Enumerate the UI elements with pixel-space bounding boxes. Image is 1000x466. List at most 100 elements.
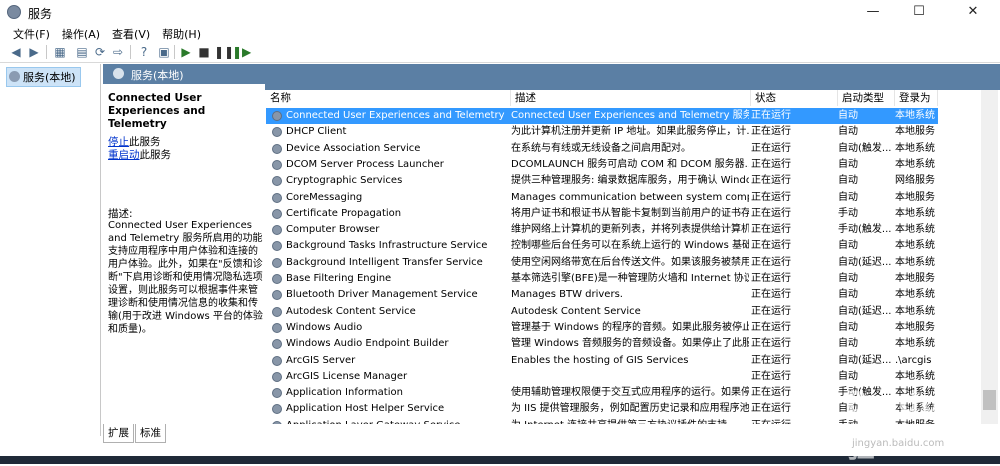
service-row[interactable]: Autodesk Content Service Autodesk Content… <box>266 304 938 320</box>
service-row[interactable]: CoreMessaging Manages communication betwe… <box>266 190 938 206</box>
back-icon[interactable]: ◀ <box>8 44 24 60</box>
service-logon-as: 本地系统 <box>895 224 935 236</box>
service-logon-as: 网络服务 <box>895 175 935 187</box>
service-description: 使用辅助管理权限便于交互式应用程序的运行。如果停... <box>511 387 749 399</box>
service-startup-type: 自动 <box>838 175 858 187</box>
export-icon[interactable]: ⇨ <box>110 44 126 60</box>
service-row[interactable]: ArcGIS Server Enables the hosting of GIS … <box>266 353 938 369</box>
service-row[interactable]: Windows Audio 管理基于 Windows 的程序的音频。如果此服务被停… <box>266 320 938 336</box>
service-row[interactable]: Certificate Propagation 将用户证书和根证书从智能卡复制到当… <box>266 206 938 222</box>
service-row[interactable]: Connected User Experiences and Telemetry… <box>266 108 938 124</box>
column-status[interactable]: 状态 <box>751 90 838 106</box>
service-row[interactable]: Windows Audio Endpoint Builder 管理 Windows… <box>266 336 938 352</box>
tab-standard[interactable]: 标准 <box>135 424 166 443</box>
restart-suffix: 此服务 <box>139 149 172 161</box>
service-description: 在系统与有线或无线设备之间启用配对。 <box>511 142 691 154</box>
stop-icon[interactable]: ■ <box>196 44 212 60</box>
service-startup-type: 自动(延迟... <box>838 305 892 317</box>
service-row[interactable]: Base Filtering Engine 基本筛选引擎(BFE)是一种管理防火墙… <box>266 271 938 287</box>
service-row[interactable]: Background Intelligent Transfer Service 使… <box>266 255 938 271</box>
refresh-icon[interactable]: ⟳ <box>92 44 108 60</box>
service-status: 正在运行 <box>751 273 791 284</box>
selected-service-name: Connected User Experiences and Telemetry <box>108 92 206 130</box>
service-name: ArcGIS Server <box>286 354 356 366</box>
gear-icon <box>272 241 282 252</box>
properties-icon[interactable]: ▤ <box>74 44 90 60</box>
service-logon-as: 本地服务 <box>895 191 935 203</box>
service-row[interactable]: Bluetooth Driver Management Service Manag… <box>266 287 938 303</box>
service-status: 正在运行 <box>751 240 791 252</box>
service-row[interactable]: Application Host Helper Service 为 IIS 提供管… <box>266 401 938 417</box>
service-startup-type: 自动 <box>838 126 858 138</box>
description-pane: Connected User Experiences and Telemetry… <box>103 84 265 424</box>
menu-view[interactable]: 查看(V) <box>106 24 156 42</box>
minimize-button[interactable]: — <box>850 0 896 24</box>
service-status: 正在运行 <box>751 191 791 203</box>
service-name: Connected User Experiences and Telemetry <box>286 110 505 121</box>
pane-header: 服务(本地) <box>103 64 1000 84</box>
service-status: 正在运行 <box>751 126 791 138</box>
gear-icon <box>272 306 282 317</box>
service-row[interactable]: Background Tasks Infrastructure Service 控… <box>266 238 938 254</box>
service-description: 维护网络上计算机的更新列表，并将列表提供给计算机... <box>511 224 749 236</box>
service-description: Enables the hosting of GIS Services <box>511 354 689 366</box>
vertical-scrollbar[interactable] <box>981 90 998 424</box>
service-description: 管理 Windows 音频服务的音频设备。如果停止了此服... <box>511 338 749 350</box>
restart-icon[interactable]: ❚▶ <box>232 44 251 60</box>
tree-item-label: 服务(本地) <box>23 71 76 84</box>
service-startup-type: 自动(延迟... <box>838 354 892 366</box>
console-icon[interactable]: ▣ <box>156 44 172 60</box>
service-name: ArcGIS License Manager <box>286 370 408 382</box>
maximize-button[interactable]: ☐ <box>896 0 942 24</box>
service-startup-type: 自动 <box>838 289 858 301</box>
service-row[interactable]: DHCP Client 为此计算机注册并更新 IP 地址。如果此服务停止，计...… <box>266 124 938 140</box>
service-status: 正在运行 <box>751 321 791 333</box>
service-logon-as: 本地系统 <box>895 338 935 350</box>
service-row[interactable]: ArcGIS License Manager 正在运行 自动 本地系统 <box>266 369 938 385</box>
gear-icon <box>272 225 282 236</box>
gear-icon <box>272 290 282 301</box>
gear-icon <box>272 355 282 366</box>
restart-service-link[interactable]: 重启动此服务 <box>108 147 171 162</box>
forward-icon[interactable]: ▶ <box>26 44 42 60</box>
service-name: Autodesk Content Service <box>286 305 416 317</box>
service-status: 正在运行 <box>751 403 791 415</box>
start-icon[interactable]: ▶ <box>178 44 194 60</box>
menu-file[interactable]: 文件(F) <box>0 24 56 42</box>
service-name: Background Tasks Infrastructure Service <box>286 240 488 252</box>
column-name[interactable]: 名称 <box>266 90 511 106</box>
service-row[interactable]: Application Information 使用辅助管理权限便于交互式应用程序… <box>266 385 938 401</box>
service-status: 正在运行 <box>751 207 791 219</box>
close-button[interactable]: ✕ <box>950 0 996 24</box>
services-list: 名称 描述 状态 启动类型 登录为 Connected User Experie… <box>266 90 1000 424</box>
tree-item-services-local[interactable]: 服务(本地) <box>6 67 81 87</box>
service-name: Base Filtering Engine <box>286 273 392 284</box>
show-tree-icon[interactable]: ▦ <box>52 44 68 60</box>
service-row[interactable]: Device Association Service 在系统与有线或无线设备之间启… <box>266 141 938 157</box>
title-bar: 服务 — ☐ ✕ <box>0 0 1000 24</box>
gear-icon <box>272 159 282 170</box>
service-name: DHCP Client <box>286 126 347 138</box>
service-row[interactable]: DCOM Server Process Launcher DCOMLAUNCH 服… <box>266 157 938 173</box>
service-description: 提供三种管理服务: 编录数据库服务，用于确认 Windo... <box>511 175 749 187</box>
help-icon[interactable]: ? <box>136 44 152 60</box>
tab-extended[interactable]: 扩展 <box>103 424 134 443</box>
column-startup-type[interactable]: 启动类型 <box>838 90 895 106</box>
menu-help[interactable]: 帮助(H) <box>156 24 207 42</box>
service-startup-type: 自动 <box>838 158 858 170</box>
service-startup-type: 自动 <box>838 273 858 284</box>
column-logon-as[interactable]: 登录为 <box>895 90 938 106</box>
service-row[interactable]: Computer Browser 维护网络上计算机的更新列表，并将列表提供给计算机… <box>266 222 938 238</box>
pause-icon[interactable]: ❚❚ <box>214 44 234 60</box>
service-status: 正在运行 <box>751 110 791 121</box>
service-description: DCOMLAUNCH 服务可启动 COM 和 DCOM 服务器... <box>511 158 749 170</box>
menu-action[interactable]: 操作(A) <box>56 24 106 42</box>
service-logon-as: .\arcgis <box>895 354 932 366</box>
service-description: 将用户证书和根证书从智能卡复制到当前用户的证书存... <box>511 207 749 219</box>
service-logon-as: 本地系统 <box>895 158 935 170</box>
service-name: Certificate Propagation <box>286 207 402 219</box>
service-row[interactable]: Cryptographic Services 提供三种管理服务: 编录数据库服务，… <box>266 173 938 189</box>
column-description[interactable]: 描述 <box>511 90 751 106</box>
gear-icon <box>272 274 282 284</box>
restart-link[interactable]: 重启动 <box>108 149 140 161</box>
